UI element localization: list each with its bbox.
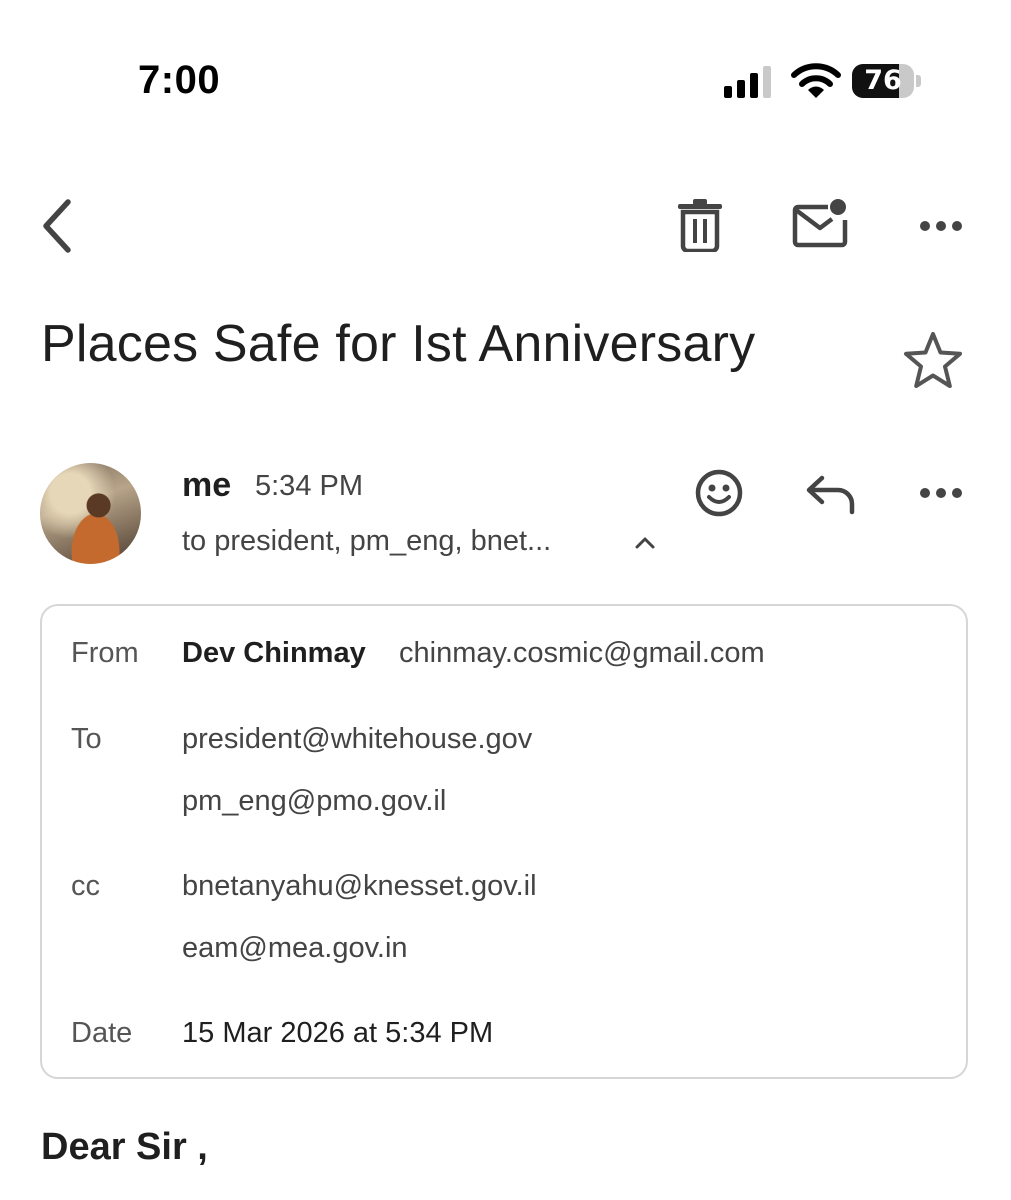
email-details-card: [40, 604, 968, 1079]
cc-label: cc: [71, 870, 100, 902]
mark-unread-icon[interactable]: [792, 198, 852, 252]
battery-indicator: 76: [852, 64, 922, 100]
sender-avatar[interactable]: [40, 463, 141, 564]
recipients-summary[interactable]: to president, pm_eng, bnet...: [182, 525, 551, 558]
reply-icon[interactable]: [804, 472, 858, 516]
from-email[interactable]: chinmay.cosmic@gmail.com: [399, 637, 765, 670]
cc-recipient[interactable]: eam@mea.gov.in: [182, 932, 408, 965]
status-time: 7:00: [138, 58, 221, 102]
message-more-options-icon[interactable]: [916, 479, 966, 507]
sender-label: me: [182, 466, 232, 504]
email-body-greeting: Dear Sir ,: [41, 1126, 208, 1168]
to-recipient[interactable]: pm_eng@pmo.gov.il: [182, 785, 446, 818]
sent-time: 5:34 PM: [255, 470, 363, 502]
emoji-reaction-icon[interactable]: [694, 468, 744, 518]
chevron-up-icon[interactable]: [632, 532, 658, 552]
back-chevron-icon[interactable]: [36, 196, 80, 256]
battery-level: 76: [864, 65, 902, 96]
date-label: Date: [71, 1017, 133, 1049]
from-label: From: [71, 637, 139, 669]
from-name: Dev Chinmay: [182, 637, 366, 669]
more-options-icon[interactable]: [916, 212, 966, 240]
battery-icon: 76: [852, 64, 914, 98]
wifi-icon: [791, 63, 841, 98]
to-recipient[interactable]: president@whitehouse.gov: [182, 723, 532, 756]
star-icon[interactable]: [902, 330, 964, 392]
trash-icon[interactable]: [676, 198, 724, 252]
to-label: To: [71, 723, 102, 755]
date-value: 15 Mar 2026 at 5:34 PM: [182, 1017, 494, 1049]
cc-recipient[interactable]: bnetanyahu@knesset.gov.il: [182, 870, 537, 903]
email-subject: Places Safe for Ist Anniversary: [41, 315, 756, 373]
cellular-signal-icon: [724, 66, 771, 98]
